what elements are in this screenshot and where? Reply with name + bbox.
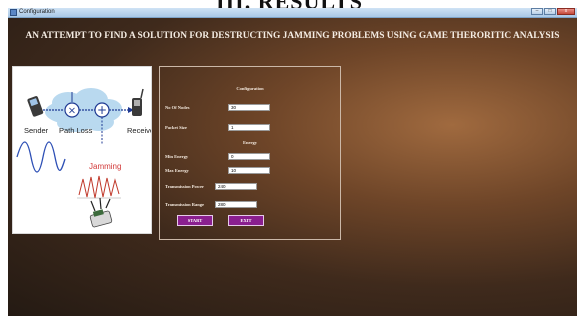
app-icon	[10, 9, 17, 16]
max-energy-input[interactable]: 10	[228, 167, 270, 174]
configuration-title: Configuration	[236, 86, 264, 91]
window-title: Configuration	[19, 9, 55, 15]
transmission-range-label: Transmission Range	[165, 202, 205, 207]
jamming-wave	[78, 175, 120, 199]
multiply-symbol: ×	[68, 106, 76, 117]
close-button[interactable]: x	[557, 8, 575, 15]
energy-title: Energy	[243, 140, 257, 145]
window-controls: – □ x	[530, 8, 575, 17]
configuration-panel: Configuration No Of Nodes 30 Packet Size…	[159, 66, 341, 240]
path-loss-label: Path Loss	[59, 126, 93, 135]
application-window: Configuration – □ x AN ATTEMPT TO FIND A…	[8, 8, 577, 316]
transmission-power-input[interactable]: 240	[215, 183, 257, 190]
max-energy-label: Max Energy	[165, 168, 189, 173]
packet-size-label: Packet Size	[165, 125, 187, 130]
start-button[interactable]: START	[177, 215, 213, 226]
jamming-label: Jamming	[89, 162, 121, 171]
exit-button[interactable]: EXIT	[228, 215, 264, 226]
sender-label: Sender	[24, 126, 49, 135]
app-title: AN ATTEMPT TO FIND A SOLUTION FOR DESTRU…	[25, 31, 560, 41]
jamming-diagram-svg: × + Sender Path Loss Receiver Jamming	[16, 88, 151, 228]
packet-size-input[interactable]: 1	[228, 124, 270, 131]
maximize-button[interactable]: □	[544, 8, 556, 15]
nodes-input[interactable]: 30	[228, 104, 270, 111]
min-energy-label: Min Energy	[165, 154, 189, 159]
sender-phone-icon	[27, 96, 44, 117]
jamming-diagram: × + Sender Path Loss Receiver Jamming	[12, 66, 152, 234]
sender-wave	[16, 141, 66, 173]
minimize-button[interactable]: –	[531, 8, 543, 15]
receiver-phone-icon	[132, 88, 144, 116]
transmission-range-input[interactable]: 280	[215, 201, 257, 208]
min-energy-input[interactable]: 0	[228, 153, 270, 160]
transmission-power-label: Transmission Power	[165, 184, 205, 189]
window-titlebar: Configuration – □ x	[8, 8, 577, 18]
receiver-label: Receiver	[127, 126, 151, 135]
add-symbol: +	[97, 103, 107, 117]
jammer-device-icon	[89, 197, 113, 228]
nodes-label: No Of Nodes	[165, 105, 190, 110]
